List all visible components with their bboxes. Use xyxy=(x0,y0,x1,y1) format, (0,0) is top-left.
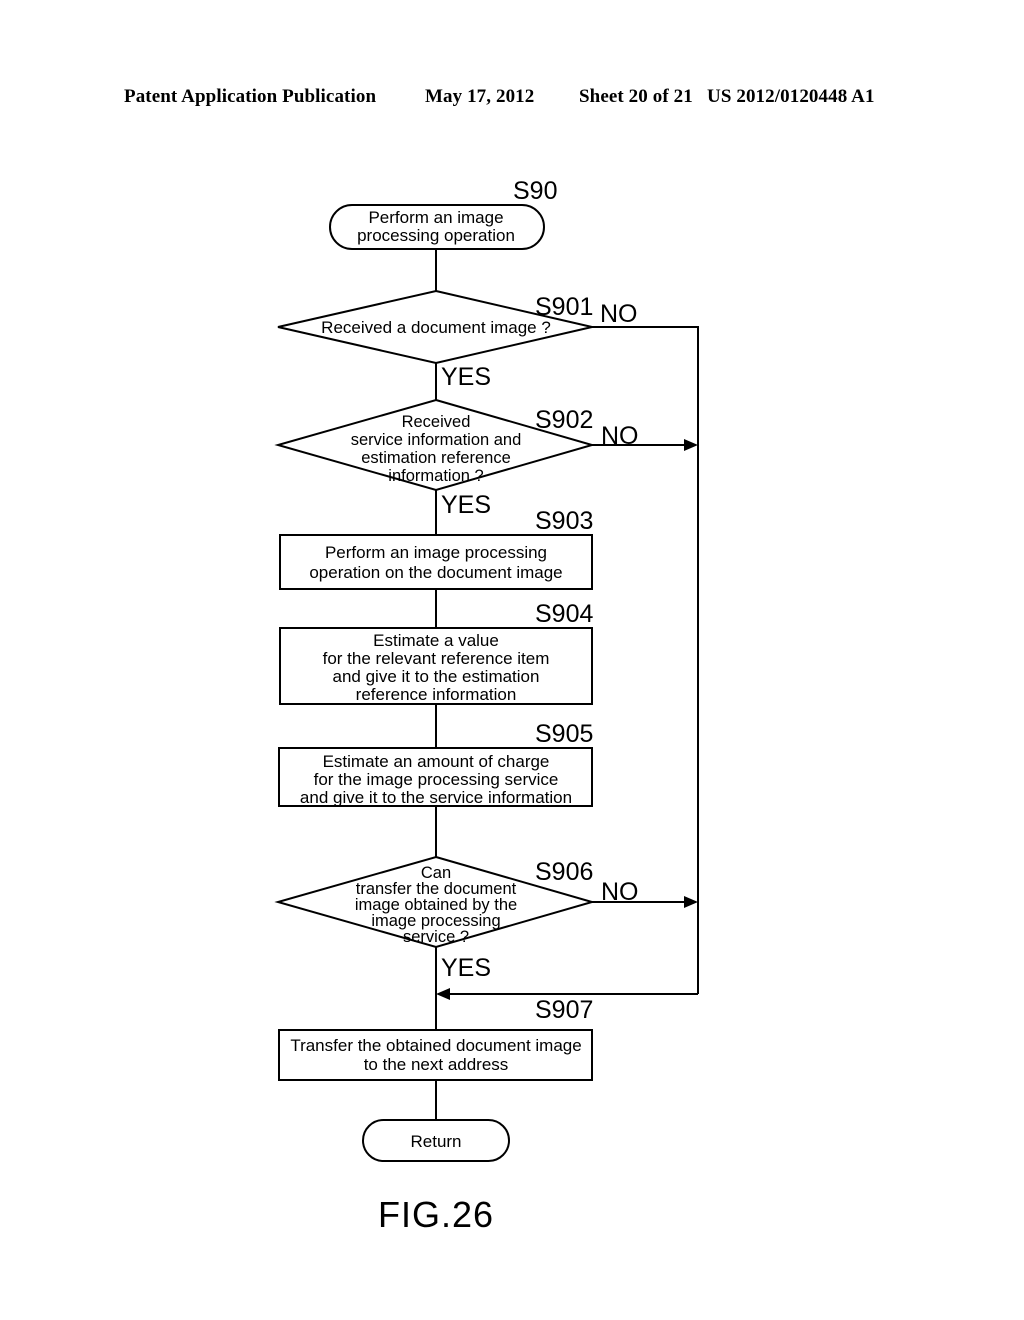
branch-label-s906-no: NO xyxy=(601,878,639,906)
node-s905-line3: and give it to the service information xyxy=(300,788,572,807)
step-label-s906: S906 xyxy=(535,858,593,886)
step-label-s903: S903 xyxy=(535,507,593,535)
step-label-s901: S901 xyxy=(535,293,593,321)
node-s90-line1: Perform an image xyxy=(368,208,503,227)
branch-label-s906-yes: YES xyxy=(441,954,491,982)
node-s904-line4: reference information xyxy=(356,685,517,704)
flowchart-diagram: Perform an image processing operation S9… xyxy=(274,177,699,1235)
branch-label-s902-yes: YES xyxy=(441,491,491,519)
node-s902-line2: service information and xyxy=(351,431,522,449)
node-s902-line3: estimation reference xyxy=(361,449,511,467)
node-s90-line2: processing operation xyxy=(357,226,515,245)
node-s901-line1: Received a document image ? xyxy=(321,318,551,337)
figure-caption: FIG.26 xyxy=(378,1194,494,1235)
patent-page: Patent Application Publication May 17, 2… xyxy=(0,0,1024,1320)
branch-label-s901-no: NO xyxy=(600,300,638,328)
arrowhead-s906-no xyxy=(684,896,698,908)
step-label-s907: S907 xyxy=(535,996,593,1024)
node-s906-line5: service ? xyxy=(403,928,469,946)
arrowhead-merge xyxy=(436,988,450,1000)
node-s903-line2: operation on the document image xyxy=(309,563,562,582)
node-s903-line1: Perform an image processing xyxy=(325,543,547,562)
node-s904-line1: Estimate a value xyxy=(373,631,499,650)
step-label-s902: S902 xyxy=(535,406,593,434)
step-label-s905: S905 xyxy=(535,720,593,748)
node-s905-line1: Estimate an amount of charge xyxy=(323,752,550,771)
arrowhead-s902-no xyxy=(684,439,698,451)
branch-label-s902-no: NO xyxy=(601,422,639,450)
step-label-s904: S904 xyxy=(535,600,593,628)
node-s904-line3: and give it to the estimation xyxy=(333,667,540,686)
branch-label-s901-yes: YES xyxy=(441,363,491,391)
node-s904-line2: for the relevant reference item xyxy=(323,649,550,668)
node-s902-line1: Received xyxy=(402,413,471,431)
node-s907-line2: to the next address xyxy=(364,1055,509,1074)
step-label-s90: S90 xyxy=(513,177,557,205)
node-s905-line2: for the image processing service xyxy=(314,770,559,789)
node-s902-line4: information ? xyxy=(388,467,483,485)
node-s907-line1: Transfer the obtained document image xyxy=(290,1036,581,1055)
node-return-label: Return xyxy=(410,1132,461,1151)
